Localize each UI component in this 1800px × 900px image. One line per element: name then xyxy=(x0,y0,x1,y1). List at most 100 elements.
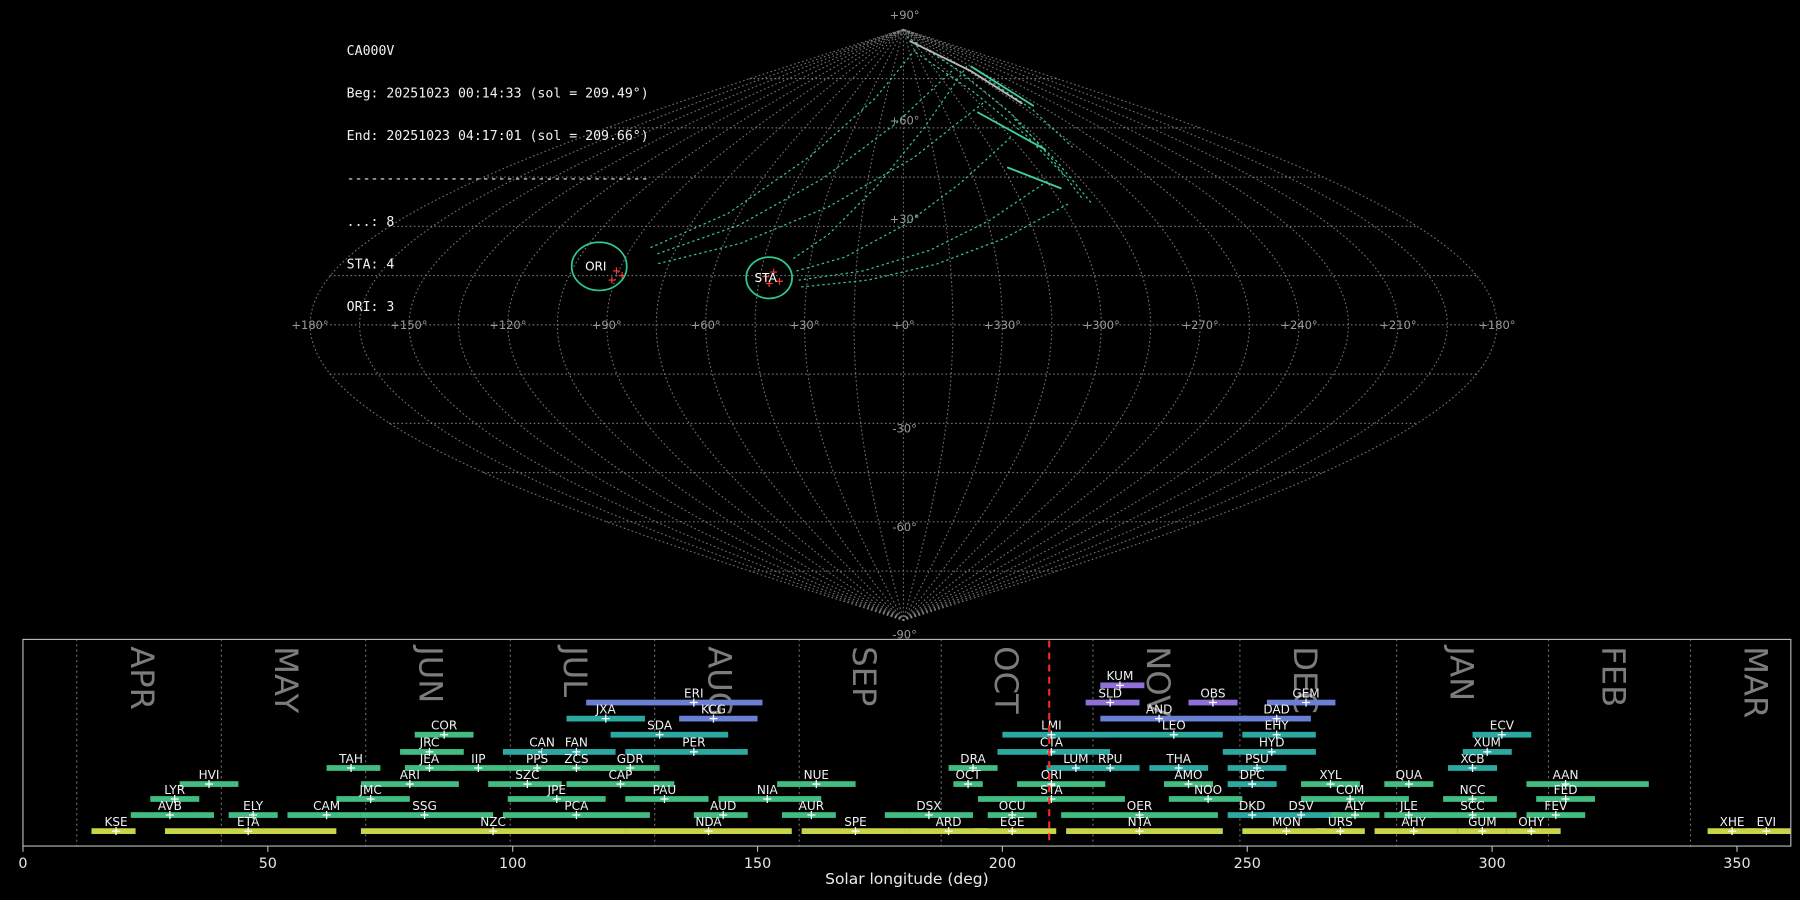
shower-label-jmc: JMC xyxy=(358,783,381,797)
radiant-label-sta: STA xyxy=(755,271,778,285)
shower-label-ecv: ECV xyxy=(1490,719,1515,733)
shower-label-nue: NUE xyxy=(804,768,829,782)
shower-label-dad: DAD xyxy=(1263,702,1290,716)
map-latitude-label: -30° xyxy=(892,422,916,436)
shower-label-xhe: XHE xyxy=(1720,815,1745,829)
map-latitude-label: +90° xyxy=(890,8,920,22)
info-panel: CA000V Beg: 20251023 00:14:33 (sol = 209… xyxy=(347,15,649,343)
shower-label-dpc: DPC xyxy=(1240,768,1265,782)
shower-label-ocu: OCU xyxy=(999,799,1026,813)
map-longitude-label: +210° xyxy=(1379,318,1416,332)
map-longitude-label: +330° xyxy=(984,318,1021,332)
axis-tick-label: 200 xyxy=(989,856,1016,872)
shower-label-jpe: JPE xyxy=(547,783,566,797)
shower-label-dsv: DSV xyxy=(1289,799,1315,813)
shower-label-ely: ELY xyxy=(243,799,264,813)
shower-label-jea: JEA xyxy=(419,752,440,766)
month-label-jan: JAN xyxy=(1442,644,1480,701)
shower-label-hvi: HVI xyxy=(199,768,220,782)
shower-label-ncc: NCC xyxy=(1460,783,1486,797)
shower-label-cor: COR xyxy=(431,719,458,733)
shower-label-kse: KSE xyxy=(104,815,127,829)
shower-label-gum: GUM xyxy=(1468,815,1497,829)
shower-label-dsx: DSX xyxy=(916,799,941,813)
shower-label-fev: FEV xyxy=(1544,799,1568,813)
shower-label-jle: JLE xyxy=(1399,799,1418,813)
shower-label-aud: AUD xyxy=(710,799,736,813)
axis-tick-label: 250 xyxy=(1234,856,1261,872)
shower-label-nia: NIA xyxy=(757,783,779,797)
month-label-apr: APR xyxy=(123,646,161,710)
shower-label-ahy: AHY xyxy=(1401,815,1426,829)
shower-label-per: PER xyxy=(682,736,706,750)
info-line-count-sta: STA: 4 xyxy=(346,255,395,272)
shower-bar-kcg xyxy=(679,715,758,722)
app-root: +180° +150° +120° +90° +60° +30° +0° +330° +300°… xyxy=(0,0,1800,900)
shower-label-psu: PSU xyxy=(1245,752,1269,766)
shower-label-kcg: KCG xyxy=(701,702,726,716)
map-longitude-label: +60° xyxy=(691,318,721,332)
month-label-jul: JUL xyxy=(556,644,594,697)
shower-label-aur: AUR xyxy=(799,799,825,813)
info-line-end: End: 20251023 04:17:01 (sol = 209.66°) xyxy=(346,127,649,144)
map-longitude-label: +0° xyxy=(892,318,915,332)
shower-label-lum: LUM xyxy=(1063,752,1088,766)
shower-label-cap: CAP xyxy=(609,768,633,782)
map-longitude-label: +240° xyxy=(1280,318,1317,332)
shower-label-amo: AMO xyxy=(1174,768,1202,782)
shower-label-fed: FED xyxy=(1554,783,1578,797)
shower-label-spe: SPE xyxy=(844,815,867,829)
shower-label-sld: SLD xyxy=(1098,686,1122,700)
shower-label-xyl: XYL xyxy=(1319,768,1342,782)
shower-label-pps: PPS xyxy=(526,752,548,766)
axis-tick-label: 50 xyxy=(259,856,277,872)
info-line-station: CA000V xyxy=(346,42,395,59)
x-axis-title: Solar longitude (deg) xyxy=(825,870,989,888)
shower-label-mon: MON xyxy=(1272,815,1301,829)
shower-label-lyr: LYR xyxy=(164,783,185,797)
shower-label-cam: CAM xyxy=(313,799,340,813)
month-label-mar: MAR xyxy=(1736,646,1774,718)
map-longitude-label: +270° xyxy=(1182,318,1219,332)
axis-tick-label: 0 xyxy=(18,856,27,872)
shower-label-eri: ERI xyxy=(684,686,704,700)
shower-label-com: COM xyxy=(1336,783,1364,797)
shower-label-leo: LEO xyxy=(1162,719,1186,733)
shower-label-iip: IIP xyxy=(471,752,485,766)
month-label-feb: FEB xyxy=(1594,646,1632,707)
shower-label-fan: FAN xyxy=(565,736,588,750)
shower-label-sta: STA xyxy=(1040,783,1063,797)
shower-label-ori: ORI xyxy=(1041,768,1062,782)
shower-label-szc: SZC xyxy=(515,768,539,782)
map-longitude-label: +180° xyxy=(1478,318,1515,332)
shower-label-cta: CTA xyxy=(1040,736,1064,750)
shower-label-urs: URS xyxy=(1328,815,1353,829)
shower-label-kum: KUM xyxy=(1107,669,1134,683)
shower-label-rpu: RPU xyxy=(1098,752,1122,766)
shower-label-pca: PCA xyxy=(564,799,589,813)
shower-label-xcb: XCB xyxy=(1460,752,1484,766)
info-line-begin: Beg: 20251023 00:14:33 (sol = 209.49°) xyxy=(346,84,649,102)
shower-label-avb: AVB xyxy=(158,799,182,813)
shower-label-zcs: ZCS xyxy=(564,752,588,766)
month-label-sep: SEP xyxy=(845,646,883,706)
shower-label-nzc: NZC xyxy=(480,815,506,829)
shower-label-dra: DRA xyxy=(960,752,986,766)
shower-label-oer: OER xyxy=(1127,799,1153,813)
shower-label-lmi: LMI xyxy=(1041,719,1062,733)
axis-tick-label: 300 xyxy=(1478,856,1505,872)
shower-label-ssg: SSG xyxy=(412,799,437,813)
shower-bar-nta xyxy=(1066,828,1223,834)
shower-label-aan: AAN xyxy=(1553,768,1579,782)
shower-label-can: CAN xyxy=(529,736,555,750)
shower-label-ehy: EHY xyxy=(1265,719,1290,733)
shower-label-sda: SDA xyxy=(647,719,673,733)
figure-background xyxy=(0,0,1800,900)
shower-label-eta: ETA xyxy=(237,815,260,829)
map-latitude-label: -60° xyxy=(892,520,916,534)
shower-label-ohy: OHY xyxy=(1518,815,1545,829)
shower-bar-sda xyxy=(610,731,729,738)
shower-label-jrc: JRC xyxy=(419,736,440,750)
axis-tick-label: 150 xyxy=(744,856,771,872)
shower-label-nta: NTA xyxy=(1128,815,1152,829)
